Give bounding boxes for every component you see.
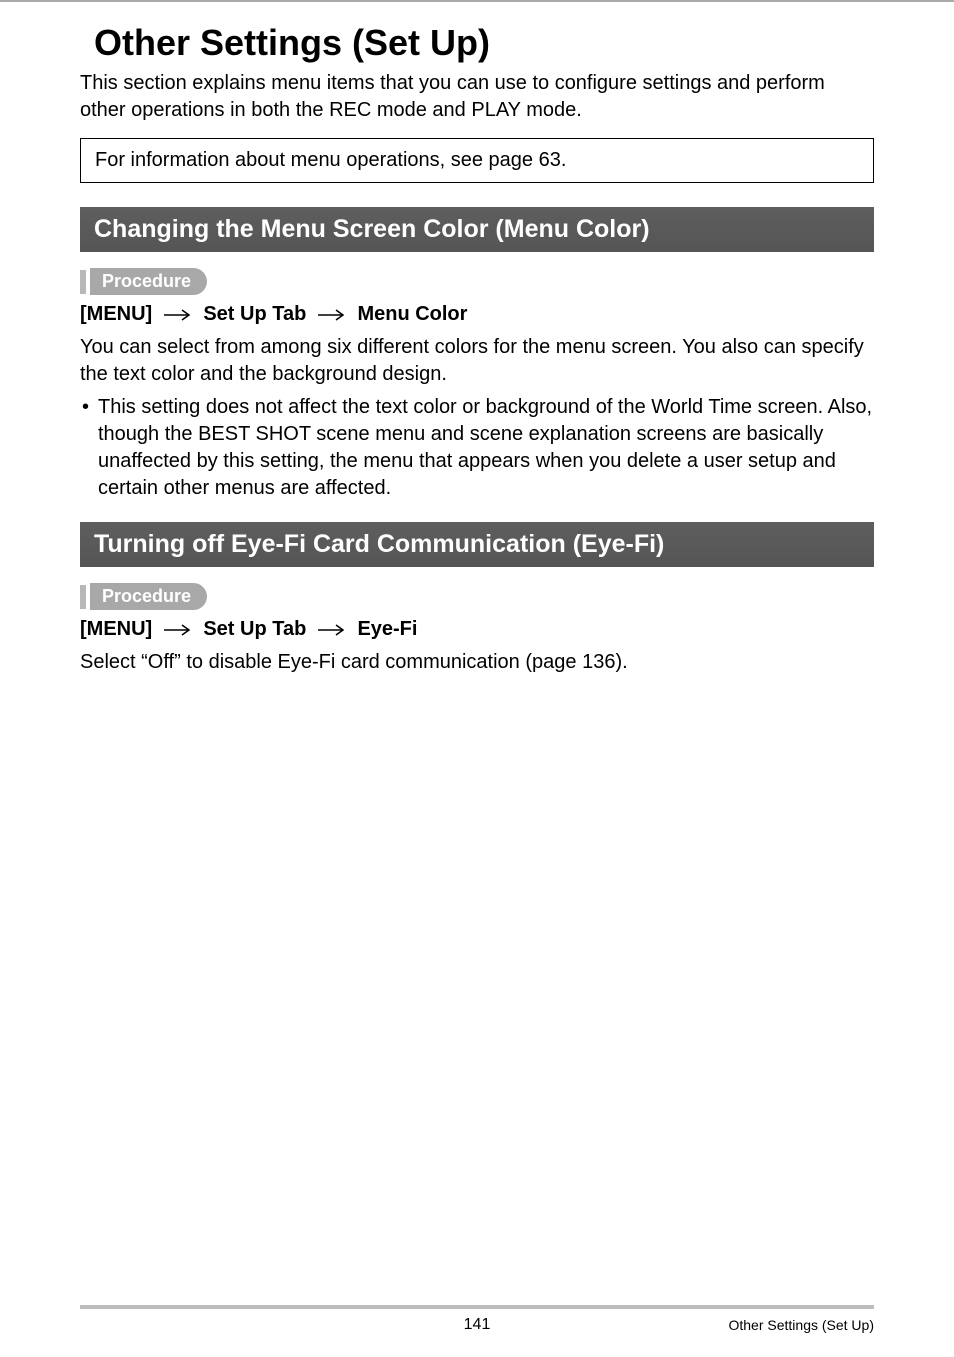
section-heading-eye-fi: Turning off Eye-Fi Card Communication (E… bbox=[80, 522, 874, 567]
arrow-right-icon bbox=[164, 618, 192, 641]
breadcrumb-part: Set Up Tab bbox=[203, 618, 306, 640]
page-title: Other Settings (Set Up) bbox=[94, 22, 874, 64]
breadcrumb-part: Eye-Fi bbox=[357, 618, 417, 640]
bullet-note: • This setting does not affect the text … bbox=[80, 394, 874, 502]
breadcrumb-menu-color: [MENU] Set Up Tab Menu Color bbox=[80, 303, 874, 326]
arrow-right-icon bbox=[318, 618, 346, 641]
page-number: 141 bbox=[464, 1316, 491, 1334]
procedure-label: Procedure bbox=[90, 583, 207, 610]
bullet-text: This setting does not affect the text co… bbox=[98, 394, 874, 502]
bullet-dot-icon: • bbox=[80, 394, 98, 502]
procedure-bar-icon bbox=[80, 585, 86, 609]
content-area: Other Settings (Set Up) This section exp… bbox=[0, 0, 954, 676]
procedure-bar-icon bbox=[80, 270, 86, 294]
breadcrumb-part: [MENU] bbox=[80, 618, 152, 640]
procedure-marker: Procedure bbox=[80, 583, 874, 610]
footer-section-title: Other Settings (Set Up) bbox=[728, 1317, 874, 1333]
section-heading-menu-color: Changing the Menu Screen Color (Menu Col… bbox=[80, 207, 874, 252]
breadcrumb-part: [MENU] bbox=[80, 303, 152, 325]
page-footer: 141 Other Settings (Set Up) bbox=[80, 1305, 874, 1333]
footer-row: 141 Other Settings (Set Up) bbox=[80, 1317, 874, 1333]
section-body: You can select from among six different … bbox=[80, 334, 874, 388]
procedure-marker: Procedure bbox=[80, 268, 874, 295]
procedure-label: Procedure bbox=[90, 268, 207, 295]
info-box: For information about menu operations, s… bbox=[80, 138, 874, 183]
arrow-right-icon bbox=[318, 303, 346, 326]
footer-divider bbox=[80, 1305, 874, 1309]
section-body: Select “Off” to disable Eye-Fi card comm… bbox=[80, 649, 874, 676]
intro-text: This section explains menu items that yo… bbox=[80, 70, 874, 124]
arrow-right-icon bbox=[164, 303, 192, 326]
breadcrumb-part: Set Up Tab bbox=[203, 303, 306, 325]
breadcrumb-part: Menu Color bbox=[357, 303, 467, 325]
page-root: Other Settings (Set Up) This section exp… bbox=[0, 0, 954, 1357]
breadcrumb-eye-fi: [MENU] Set Up Tab Eye-Fi bbox=[80, 618, 874, 641]
